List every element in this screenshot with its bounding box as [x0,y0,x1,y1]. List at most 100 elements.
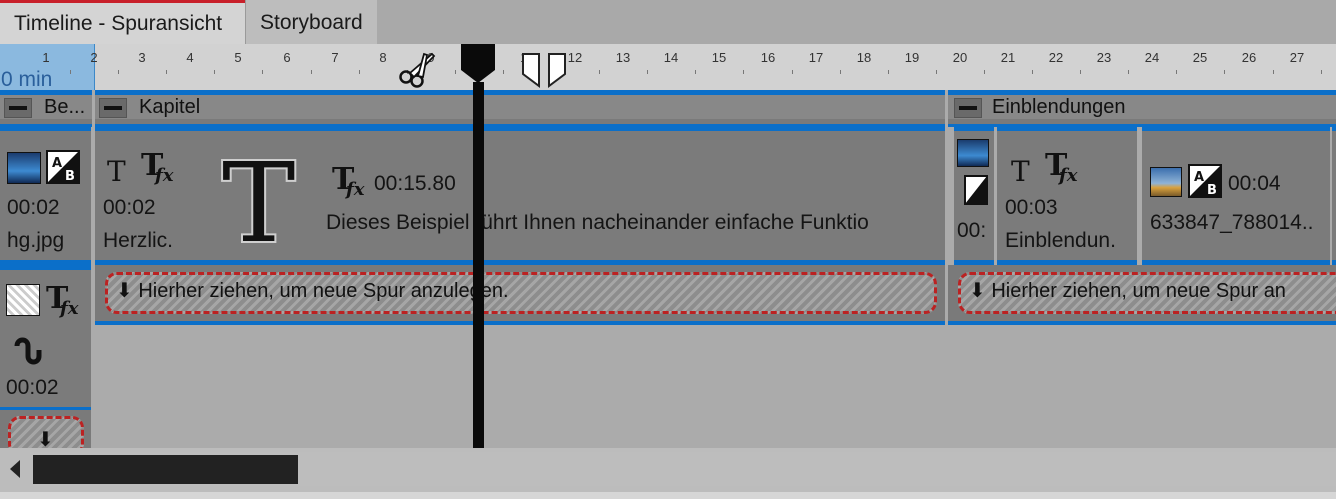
clip-effect[interactable]: T fx 00:02 [0,265,91,410]
group-header: Kapitel [95,90,945,119]
ruler-tick-label: 22 [1048,50,1064,65]
clip-duration: 00:02 [7,196,60,219]
clip-image[interactable]: A B 00:04 633847_788014.. [1142,126,1330,265]
ruler-minor-tick [118,70,119,74]
text-fx-icon: T fx [141,149,174,185]
transition-ab-icon: A B [46,150,80,184]
svg-text:A: A [1194,170,1204,185]
ruler-tick-label: 4 [186,50,194,65]
ruler-minor-tick [1032,70,1033,74]
clip-duration: 00:02 [103,196,156,219]
new-track-dropzone[interactable]: ⬇ Hierher ziehen, um neue Spur an [958,272,1336,314]
clip-name: 633847_788014.. [1150,211,1314,234]
svg-text:fx: fx [58,298,79,318]
image-thumbnail-icon [957,139,989,167]
ruler-tick-label: 27 [1289,50,1305,65]
ruler-minor-tick [166,70,167,74]
clip-background-image[interactable]: A B 00:02 hg.jpg [0,126,91,265]
ruler-minor-tick [840,70,841,74]
clip-name: Herzlic. [103,229,174,252]
playhead-handle[interactable] [459,44,497,84]
clip-name: Dieses Beispiel führt Ihnen nacheinander… [326,211,869,234]
ruler-tick-label: 21 [1000,50,1016,65]
chapter-group-kapitel: Kapitel [95,90,945,127]
clip-cutoff[interactable] [1332,126,1336,265]
ruler-minor-tick [888,70,889,74]
svg-text:T: T [222,147,295,251]
ruler-minor-tick [262,70,263,74]
ruler-minor-tick [647,70,648,74]
group-header: Be... [0,90,92,119]
image-thumbnail-icon [7,152,41,184]
ruler-minor-tick [743,70,744,74]
dropzone-text: ⬇ Hierher ziehen, um neue Spur an [969,280,1286,302]
group-title: Kapitel [139,96,201,118]
clip-text-einblendung[interactable]: T T fx 00:03 Einblendun. [997,126,1137,265]
playhead-line[interactable] [473,82,484,448]
time-ruler[interactable]: 0 min 1234567891011121314151617181920212… [0,44,1336,91]
ruler-tick-label: 18 [856,50,872,65]
motion-path-icon [14,337,42,365]
group-title: Be... [44,96,86,118]
scissors-icon[interactable] [396,50,440,90]
ruler-minor-tick [792,70,793,74]
ruler-tick-label: 25 [1192,50,1208,65]
track-drop-row: ⬇ Hierher ziehen, um neue Spur anzulegen… [95,265,945,325]
clip-name: hg.jpg [7,229,65,252]
ruler-tick-label: 13 [615,50,631,65]
bottom-border [0,492,1336,499]
clip-narrow[interactable]: 00: [954,126,994,265]
clip-duration: 00: [957,219,987,242]
ruler-minor-tick [1128,70,1129,74]
dropzone-text: ⬇ Hierher ziehen, um neue Spur anzulegen… [116,280,509,302]
text-fx-icon: T fx [1045,149,1078,185]
ruler-minor-tick [1273,70,1274,74]
ruler-minor-tick [599,70,600,74]
ruler-minor-tick [503,70,504,74]
clip-name: Einblendun. [1005,229,1116,252]
svg-text:fx: fx [1057,165,1078,185]
ruler-minor-tick [214,70,215,74]
text-fx-icon: T fx [332,163,365,199]
text-fx-icon: T fx [46,282,79,318]
svg-text:T: T [107,155,126,185]
transition-ab-icon [964,175,988,205]
ruler-minor-tick [984,70,985,74]
text-icon: T [1011,155,1030,185]
svg-text:T: T [1011,155,1030,185]
ruler-tick-label: 6 [283,50,291,65]
ruler-tick-label: 26 [1241,50,1257,65]
clip-duration: 00:04 [1228,172,1281,195]
scrollbar-thumb[interactable] [33,455,298,484]
ruler-minor-tick [311,70,312,74]
ruler-minor-tick [1176,70,1177,74]
svg-text:B: B [65,169,75,184]
clip-duration: 00:03 [1005,196,1058,219]
ruler-tick-label: 2 [90,50,98,65]
collapse-button[interactable] [4,98,32,118]
ruler-minor-tick [455,70,456,74]
image-thumbnail-icon [1150,167,1182,197]
ruler-tick-label: 14 [663,50,679,65]
tab-storyboard[interactable]: Storyboard [245,0,377,44]
marker-icons[interactable] [520,52,568,88]
ruler-minor-tick [359,70,360,74]
group-header: Einblendungen [948,90,1336,119]
ruler-tick-label: 15 [711,50,727,65]
ruler-minor-tick [936,70,937,74]
collapse-button[interactable] [954,98,982,118]
track-drop-row: ⬇ [0,410,91,456]
group-title: Einblendungen [992,96,1126,118]
new-track-dropzone[interactable]: ⬇ Hierher ziehen, um neue Spur anzulegen… [105,272,937,314]
svg-text:B: B [1207,183,1217,198]
clip-text-herzlich[interactable]: T T fx 00:02 Herzlic. [95,126,190,265]
ruler-minor-tick [1321,70,1322,74]
scroll-left-arrow-icon[interactable] [6,458,26,480]
clip-text-main[interactable]: T T fx 00:15.80 Dieses Beispiel führt Ih… [190,126,945,265]
ruler-tick-label: 5 [234,50,242,65]
chapter-group-einblendungen: Einblendungen [948,90,1336,127]
tab-timeline-spuransicht[interactable]: Timeline - Spuransicht [0,0,245,44]
collapse-button[interactable] [99,98,127,118]
ruler-tick-label: 19 [904,50,920,65]
clip-duration: 00:15.80 [374,172,456,195]
